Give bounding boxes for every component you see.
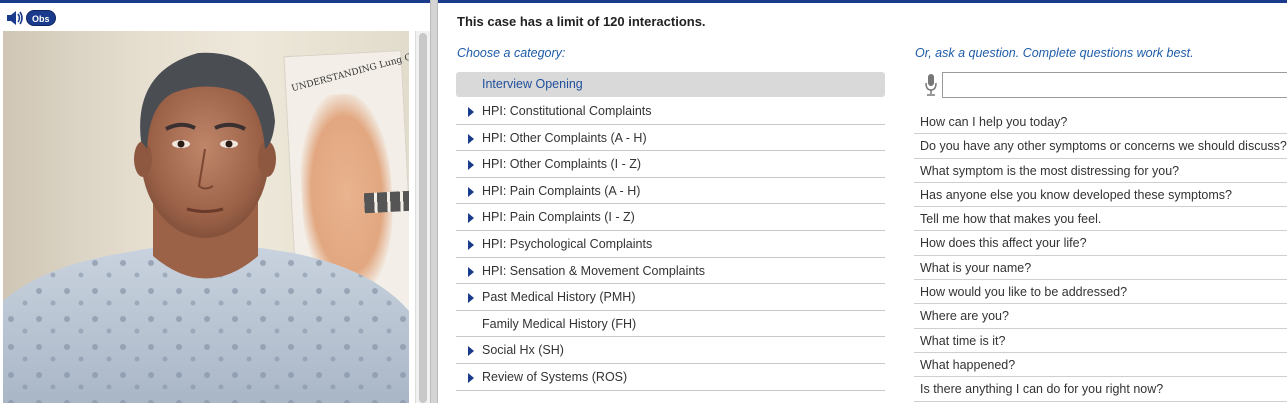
speaker-icon[interactable]: [5, 9, 25, 27]
category-label: HPI: Other Complaints (I - Z): [482, 157, 642, 172]
obs-button[interactable]: Obs: [26, 10, 56, 26]
suggested-question[interactable]: Has anyone else you know developed these…: [914, 183, 1287, 208]
category-item[interactable]: HPI: Pain Complaints (I - Z): [456, 204, 885, 231]
suggested-question[interactable]: What is your name?: [914, 256, 1287, 281]
suggested-question[interactable]: Do you have any other symptoms or concer…: [914, 134, 1287, 159]
scrollbar-thumb[interactable]: [419, 33, 427, 403]
category-label: Family Medical History (FH): [482, 316, 637, 331]
suggested-question[interactable]: Tell me how that makes you feel.: [914, 207, 1287, 232]
triangle-right-icon[interactable]: [468, 372, 474, 383]
triangle-right-icon[interactable]: [468, 266, 474, 277]
media-toolbar: Obs: [0, 6, 430, 30]
category-label: HPI: Constitutional Complaints: [482, 104, 652, 118]
question-input[interactable]: [942, 72, 1287, 98]
category-item[interactable]: Interview Opening: [456, 72, 885, 97]
category-item[interactable]: Family Medical History (FH): [456, 311, 885, 338]
category-item[interactable]: Past Medical History (PMH): [456, 284, 885, 311]
category-item[interactable]: HPI: Other Complaints (I - Z): [456, 151, 885, 178]
category-label: HPI: Other Complaints (A - H): [482, 130, 647, 145]
triangle-right-icon[interactable]: [468, 239, 474, 250]
suggested-question[interactable]: How would you like to be addressed?: [914, 280, 1287, 305]
interaction-panel: This case has a limit of 120 interaction…: [438, 0, 1287, 403]
category-list: Interview Opening HPI: Constitutional Com…: [456, 72, 885, 391]
suggested-question[interactable]: Where are you?: [914, 304, 1287, 329]
suggested-question[interactable]: How does this affect your life?: [914, 231, 1287, 256]
triangle-right-icon[interactable]: [468, 346, 474, 357]
triangle-right-icon[interactable]: [468, 293, 474, 304]
category-label: HPI: Pain Complaints (A - H): [482, 183, 641, 198]
patient-avatar: [3, 52, 409, 403]
category-label: Review of Systems (ROS): [482, 369, 628, 384]
category-prompt: Choose a category:: [457, 46, 566, 60]
panel-divider[interactable]: [430, 0, 438, 403]
suggested-question[interactable]: What symptom is the most distressing for…: [914, 159, 1287, 183]
suggested-question[interactable]: How can I help you today?: [914, 110, 1287, 135]
category-label: HPI: Sensation & Movement Complaints: [482, 263, 706, 278]
category-item[interactable]: HPI: Pain Complaints (A - H): [456, 178, 885, 205]
suggested-question[interactable]: What happened?: [914, 353, 1287, 378]
patient-panel-scrollbar[interactable]: [415, 31, 430, 403]
patient-panel: Obs UNDERSTANDING Lung Cancer: [0, 0, 430, 403]
category-item[interactable]: Social Hx (SH): [456, 337, 885, 364]
interaction-limit-text: This case has a limit of 120 interaction…: [457, 14, 706, 29]
category-label: Interview Opening: [482, 77, 583, 91]
suggested-questions-list: How can I help you today? Do you have any…: [914, 110, 1287, 402]
category-label: HPI: Psychological Complaints: [482, 236, 653, 251]
category-item[interactable]: HPI: Sensation & Movement Complaints: [456, 258, 885, 285]
category-item[interactable]: HPI: Psychological Complaints: [456, 231, 885, 258]
microphone-icon[interactable]: [924, 73, 938, 97]
category-label: Social Hx (SH): [482, 343, 564, 358]
suggested-question[interactable]: Is there anything I can do for you right…: [914, 377, 1287, 402]
triangle-right-icon[interactable]: [468, 133, 474, 144]
patient-video: UNDERSTANDING Lung Cancer: [3, 31, 409, 403]
category-item[interactable]: Review of Systems (ROS): [456, 364, 885, 391]
category-item[interactable]: HPI: Other Complaints (A - H): [456, 125, 885, 152]
triangle-right-icon[interactable]: [468, 213, 474, 224]
triangle-right-icon[interactable]: [468, 160, 474, 171]
category-item[interactable]: HPI: Constitutional Complaints: [456, 98, 885, 125]
ask-prompt: Or, ask a question. Complete questions w…: [915, 46, 1194, 60]
suggested-question[interactable]: What time is it?: [914, 329, 1287, 353]
category-label: Past Medical History (PMH): [482, 290, 636, 305]
triangle-right-icon[interactable]: [468, 107, 474, 117]
category-label: HPI: Pain Complaints (I - Z): [482, 210, 635, 225]
triangle-right-icon[interactable]: [468, 186, 474, 197]
